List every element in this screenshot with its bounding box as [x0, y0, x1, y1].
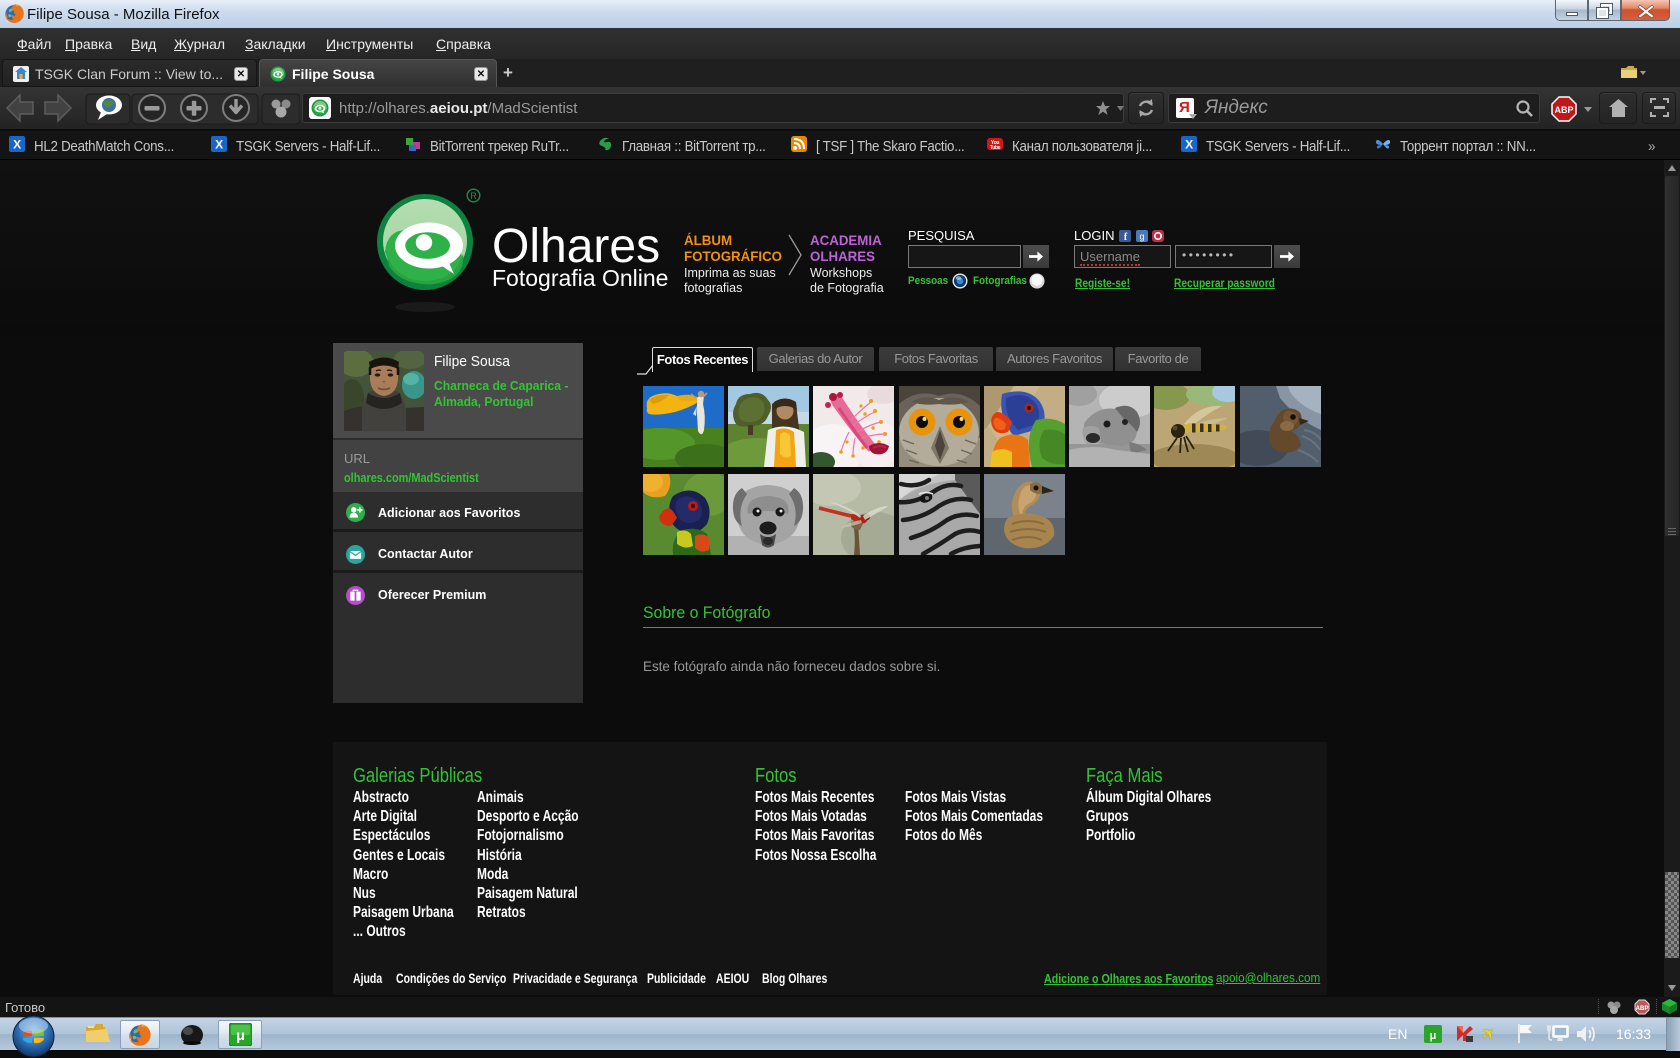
svg-text:Tube: Tube [990, 145, 1001, 151]
svg-text:ABP: ABP [1554, 105, 1573, 115]
svg-text:R: R [470, 191, 477, 201]
svg-text:X: X [13, 138, 21, 152]
svg-text:X: X [215, 138, 223, 152]
svg-text:ABP: ABP [1636, 1006, 1649, 1012]
svg-text:μ: μ [1430, 1030, 1437, 1042]
svg-text:μ: μ [236, 1027, 245, 1043]
svg-text:X: X [1185, 138, 1193, 152]
svg-text:g: g [1139, 232, 1144, 242]
